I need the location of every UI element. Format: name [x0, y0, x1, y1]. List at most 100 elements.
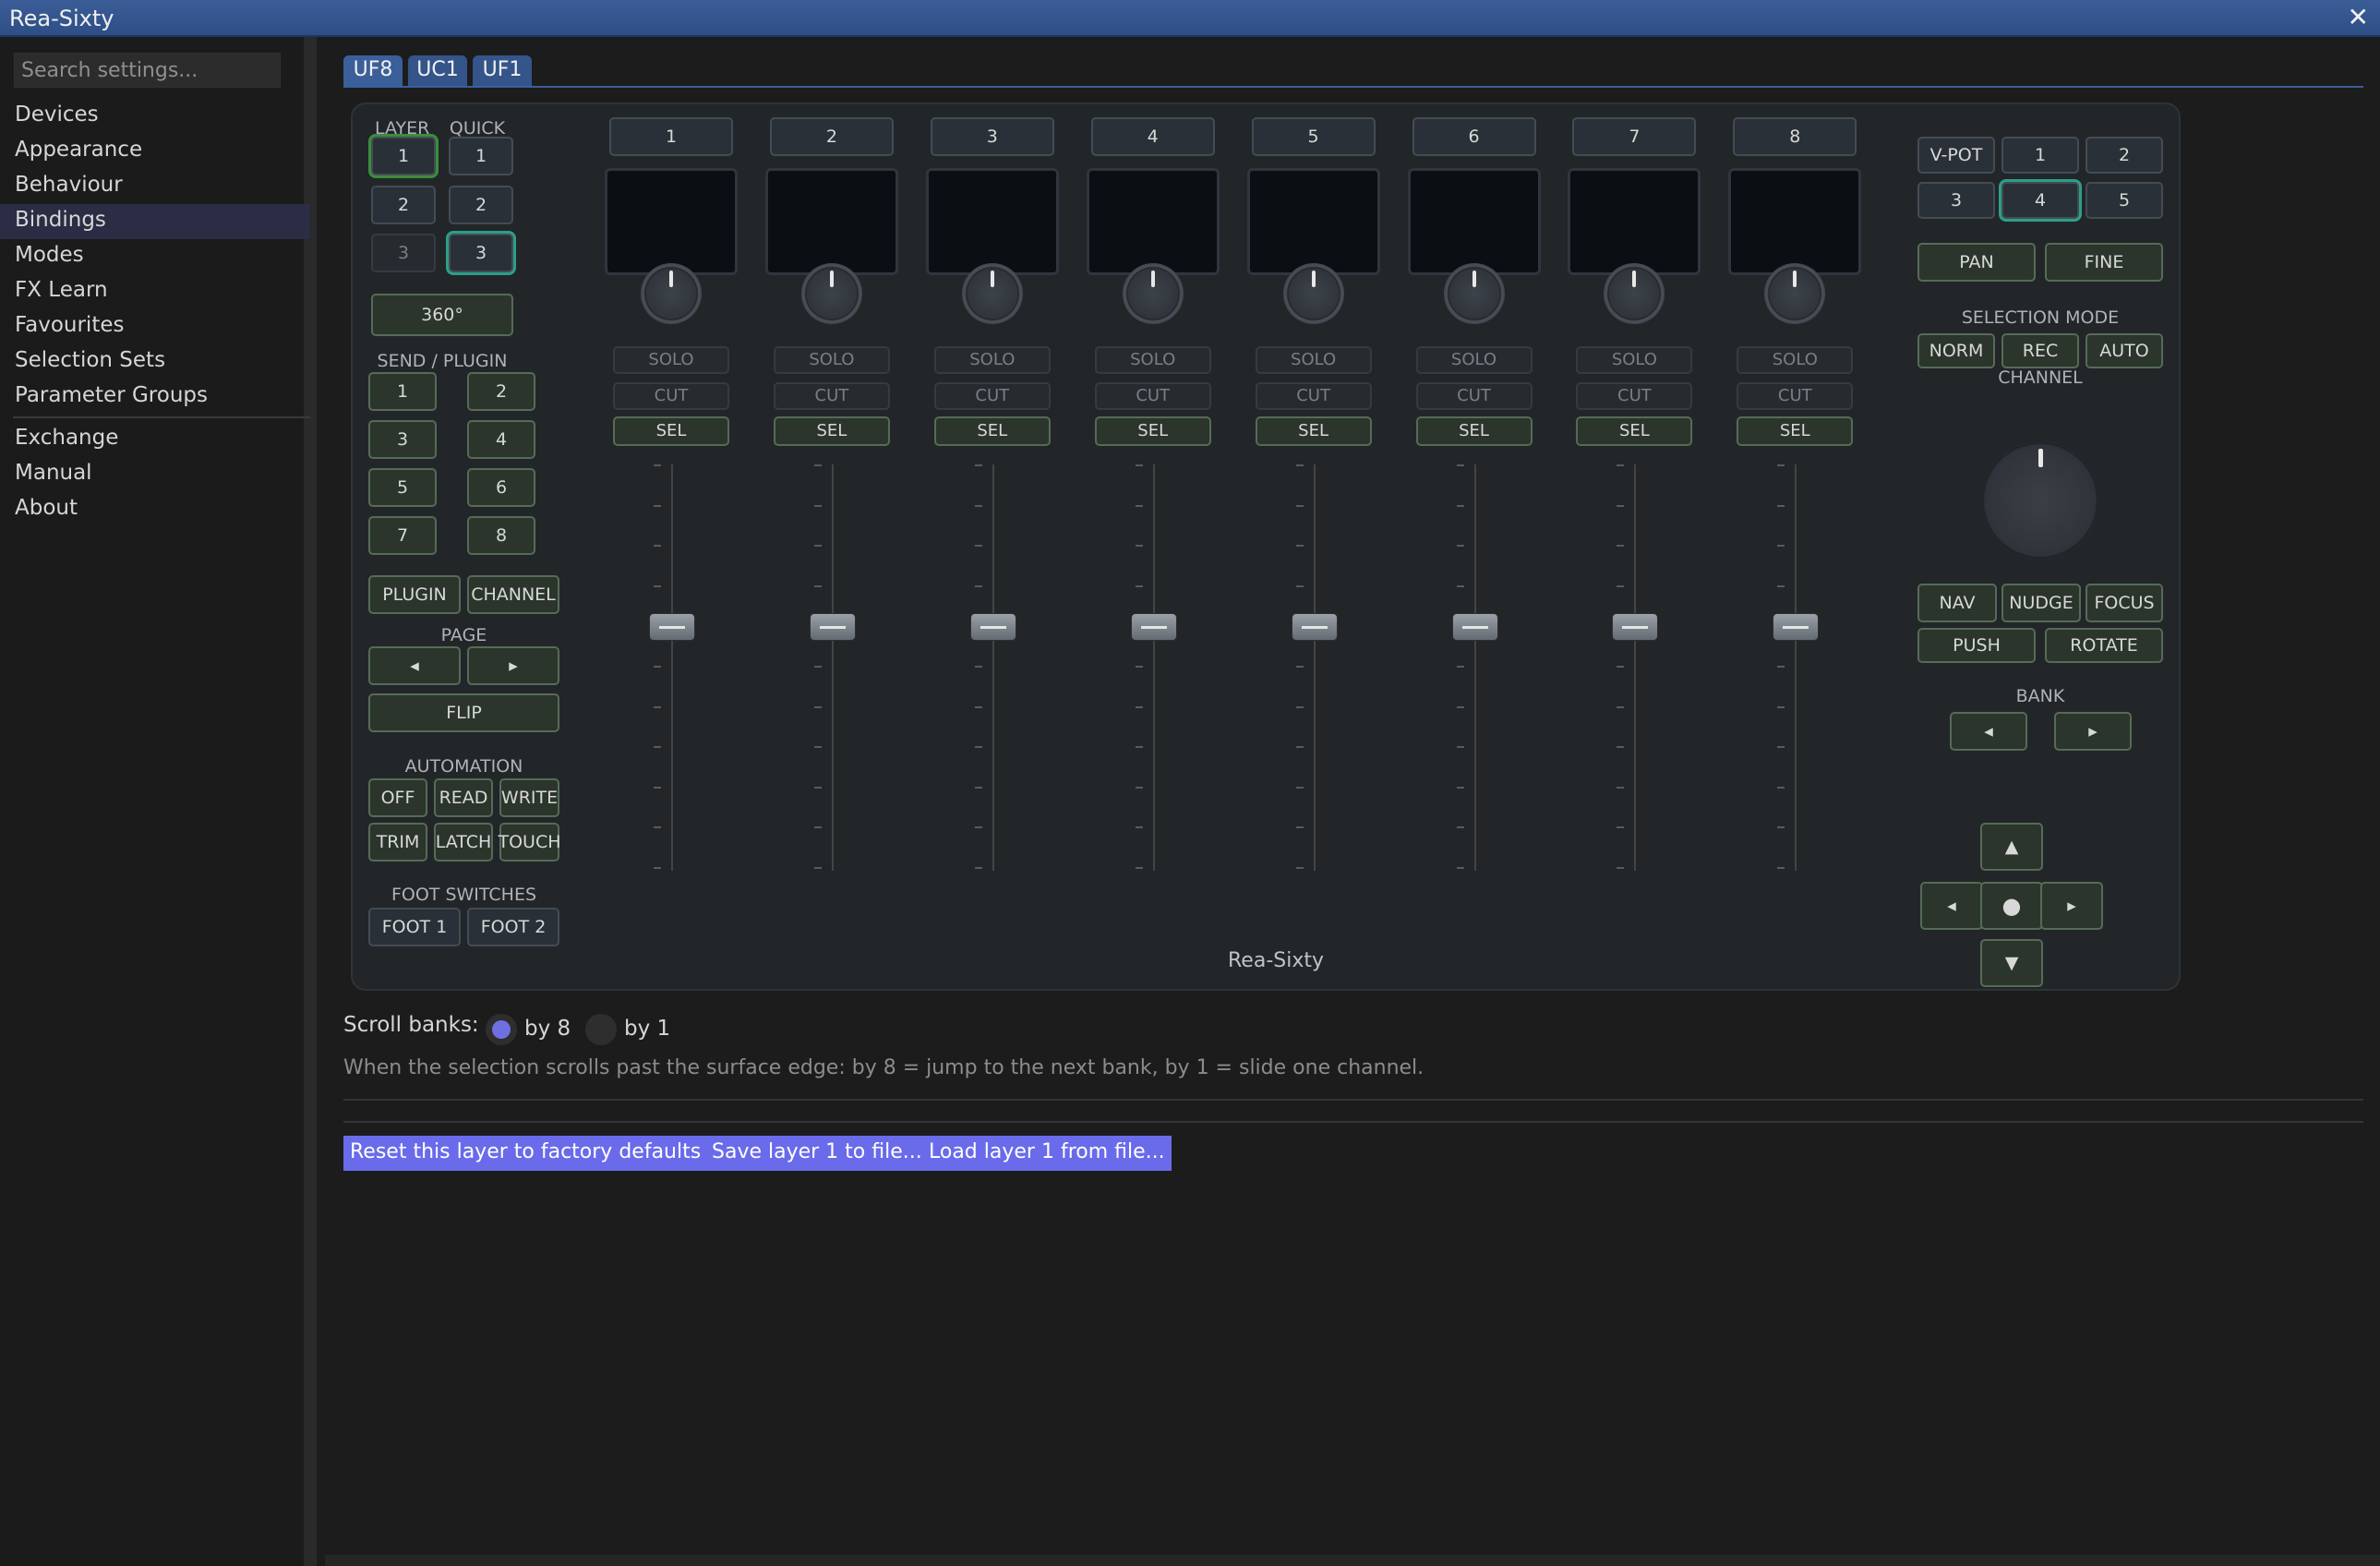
- fader-thumb[interactable]: [809, 613, 856, 641]
- foot-2-button[interactable]: FOOT 2: [467, 908, 559, 946]
- tab-uc1[interactable]: UC1: [408, 55, 467, 87]
- plugin-button[interactable]: PLUGIN: [368, 575, 461, 614]
- cut-button[interactable]: CUT: [1094, 382, 1211, 410]
- sidebar-item-manual[interactable]: Manual: [0, 457, 310, 492]
- nudge-button[interactable]: NUDGE: [2001, 584, 2081, 622]
- layer-3-button[interactable]: 3: [371, 234, 436, 272]
- layer-1-button[interactable]: 1: [371, 137, 436, 175]
- send-4-button[interactable]: 4: [467, 420, 535, 459]
- strip-vpot-knob[interactable]: [1122, 263, 1184, 324]
- vpot-button[interactable]: V-POT: [1917, 137, 1995, 174]
- send-2-button[interactable]: 2: [467, 372, 535, 411]
- close-icon[interactable]: ✕: [2348, 4, 2369, 31]
- fine-button[interactable]: FINE: [2045, 243, 2163, 282]
- cut-button[interactable]: CUT: [773, 382, 890, 410]
- cut-button[interactable]: CUT: [1415, 382, 1533, 410]
- rotate-button[interactable]: ROTATE: [2045, 628, 2163, 663]
- strip-vpot-knob[interactable]: [961, 263, 1023, 324]
- automation-read-button[interactable]: READ: [434, 778, 493, 817]
- vpot-2-button[interactable]: 2: [2086, 137, 2163, 174]
- bank-prev-button[interactable]: ◂: [1950, 712, 2027, 751]
- solo-button[interactable]: SOLO: [933, 346, 1051, 374]
- automation-touch-button[interactable]: TOUCH: [498, 823, 561, 861]
- quick-2-button[interactable]: 2: [449, 186, 513, 224]
- sidebar-item-modes[interactable]: Modes: [0, 239, 310, 274]
- strip-number-button[interactable]: 2: [769, 117, 894, 156]
- solo-button[interactable]: SOLO: [1415, 346, 1533, 374]
- push-button[interactable]: PUSH: [1917, 628, 2036, 663]
- arrow-right-button[interactable]: ▸: [2040, 882, 2103, 930]
- selection-mode-rec-button[interactable]: REC: [2001, 333, 2079, 368]
- sel-button[interactable]: SEL: [1255, 416, 1372, 446]
- strip-vpot-knob[interactable]: [800, 263, 862, 324]
- bank-next-button[interactable]: ▸: [2054, 712, 2132, 751]
- cut-button[interactable]: CUT: [1737, 382, 1854, 410]
- arrow-down-button[interactable]: ▼: [1980, 939, 2043, 987]
- sidebar-item-about[interactable]: About: [0, 492, 310, 527]
- tab-uf1[interactable]: UF1: [473, 55, 532, 87]
- cut-button[interactable]: CUT: [933, 382, 1051, 410]
- focus-button[interactable]: FOCUS: [2086, 584, 2163, 622]
- send-8-button[interactable]: 8: [467, 516, 535, 555]
- layer-2-button[interactable]: 2: [371, 186, 436, 224]
- strip-vpot-knob[interactable]: [1764, 263, 1826, 324]
- fader-thumb[interactable]: [649, 613, 695, 641]
- sel-button[interactable]: SEL: [1576, 416, 1693, 446]
- center-button[interactable]: ●: [1980, 882, 2043, 930]
- arrow-up-button[interactable]: ▲: [1980, 823, 2043, 871]
- sel-button[interactable]: SEL: [773, 416, 890, 446]
- automation-off-button[interactable]: OFF: [368, 778, 427, 817]
- scroll-by-1-label[interactable]: by 1: [624, 1017, 670, 1041]
- selection-mode-auto-button[interactable]: AUTO: [2086, 333, 2163, 368]
- solo-button[interactable]: SOLO: [1737, 346, 1854, 374]
- sidebar-item-devices[interactable]: Devices: [0, 99, 310, 134]
- send-7-button[interactable]: 7: [368, 516, 437, 555]
- fader-thumb[interactable]: [1612, 613, 1659, 641]
- sidebar-item-exchange[interactable]: Exchange: [0, 422, 310, 457]
- fader-thumb[interactable]: [969, 613, 1016, 641]
- strip-vpot-knob[interactable]: [1443, 263, 1505, 324]
- vpot-3-button[interactable]: 3: [1917, 182, 1995, 219]
- rotate-360-button[interactable]: 360°: [371, 294, 513, 336]
- quick-1-button[interactable]: 1: [449, 137, 513, 175]
- sel-button[interactable]: SEL: [933, 416, 1051, 446]
- selection-mode-norm-button[interactable]: NORM: [1917, 333, 1995, 368]
- strip-number-button[interactable]: 8: [1733, 117, 1857, 156]
- cut-button[interactable]: CUT: [1576, 382, 1693, 410]
- send-5-button[interactable]: 5: [368, 468, 437, 507]
- strip-vpot-knob[interactable]: [641, 263, 702, 324]
- sidebar-item-favourites[interactable]: Favourites: [0, 309, 310, 344]
- send-6-button[interactable]: 6: [467, 468, 535, 507]
- vpot-4-button[interactable]: 4: [2001, 182, 2079, 219]
- solo-button[interactable]: SOLO: [613, 346, 729, 374]
- pan-button[interactable]: PAN: [1917, 243, 2036, 282]
- foot-1-button[interactable]: FOOT 1: [368, 908, 461, 946]
- automation-latch-button[interactable]: LATCH: [434, 823, 493, 861]
- strip-number-button[interactable]: 7: [1572, 117, 1697, 156]
- solo-button[interactable]: SOLO: [773, 346, 890, 374]
- strip-number-button[interactable]: 3: [930, 117, 1054, 156]
- send-3-button[interactable]: 3: [368, 420, 437, 459]
- load-layer-button[interactable]: Load layer 1 from file...: [922, 1136, 1172, 1171]
- cut-button[interactable]: CUT: [1255, 382, 1372, 410]
- fader-thumb[interactable]: [1451, 613, 1498, 641]
- solo-button[interactable]: SOLO: [1576, 346, 1693, 374]
- quick-3-button[interactable]: 3: [449, 234, 513, 272]
- sel-button[interactable]: SEL: [613, 416, 729, 446]
- nav-button[interactable]: NAV: [1917, 584, 1997, 622]
- sidebar-item-behaviour[interactable]: Behaviour: [0, 169, 310, 204]
- sel-button[interactable]: SEL: [1737, 416, 1854, 446]
- sidebar-item-parameter-groups[interactable]: Parameter Groups: [0, 379, 310, 415]
- sidebar-item-appearance[interactable]: Appearance: [0, 134, 310, 169]
- sel-button[interactable]: SEL: [1415, 416, 1533, 446]
- scroll-by-8-radio[interactable]: [486, 1014, 517, 1045]
- vpot-5-button[interactable]: 5: [2086, 182, 2163, 219]
- scroll-by-8-label[interactable]: by 8: [524, 1017, 571, 1041]
- strip-number-button[interactable]: 1: [609, 117, 733, 156]
- channel-button[interactable]: CHANNEL: [467, 575, 559, 614]
- reset-layer-button[interactable]: Reset this layer to factory defaults: [343, 1136, 708, 1171]
- cut-button[interactable]: CUT: [613, 382, 729, 410]
- vpot-1-button[interactable]: 1: [2001, 137, 2079, 174]
- sidebar-item-fx-learn[interactable]: FX Learn: [0, 274, 310, 309]
- scroll-by-1-radio[interactable]: [585, 1014, 617, 1045]
